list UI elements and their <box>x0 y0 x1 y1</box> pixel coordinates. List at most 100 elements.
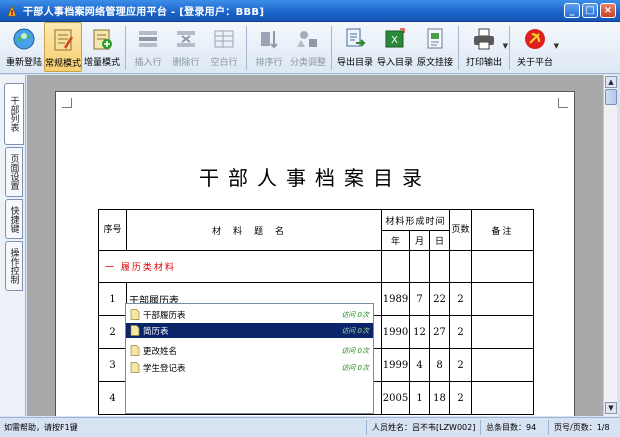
cell-seq: 1 <box>98 282 127 316</box>
header-seq: 序号 <box>98 209 127 251</box>
side-tab-strip: 干部列表 页面设置 快捷键 操作控制 <box>0 75 26 416</box>
tab-operation-control[interactable]: 操作控制 <box>5 241 23 291</box>
category-adjust-label: 分类调整 <box>289 58 326 68</box>
cell-day[interactable]: 8 <box>429 348 450 382</box>
app-logo-icon <box>7 4 17 16</box>
normal-mode-label: 常规模式 <box>45 59 82 69</box>
blank-row-button[interactable]: 空白行 <box>205 22 243 72</box>
about-emblem-icon <box>525 29 545 49</box>
cell-remark[interactable] <box>471 381 534 415</box>
chevron-down-icon[interactable]: ▼ <box>554 42 559 50</box>
cell-month[interactable]: 7 <box>409 282 430 316</box>
window-title: 干部人事档案网络管理应用平台 - [登录用户：BBB] <box>23 7 265 18</box>
cell-pages[interactable]: 2 <box>449 315 472 349</box>
normal-mode-button[interactable]: 常规模式 <box>44 22 82 72</box>
dropdown-item[interactable]: 干部履历表 访问 0次 <box>126 307 373 322</box>
cell-pages[interactable]: 2 <box>449 381 472 415</box>
attach-original-label: 原文挂接 <box>416 58 453 68</box>
tab-page-settings[interactable]: 页面设置 <box>5 147 23 197</box>
cell-pages[interactable]: 2 <box>449 282 472 316</box>
cell-year[interactable]: 1999 <box>381 348 410 382</box>
blank-row-label: 空白行 <box>210 58 238 68</box>
vertical-scrollbar[interactable]: ▲ ▼ <box>603 75 617 416</box>
status-help: 如需帮助，请按F1键 <box>4 423 78 432</box>
cell-remark[interactable] <box>471 282 534 316</box>
attach-original-icon <box>427 28 443 49</box>
chevron-down-icon[interactable]: ▼ <box>503 42 508 50</box>
incremental-mode-label: 增量模式 <box>83 58 120 68</box>
sort-rows-button[interactable]: 排序行 <box>250 22 288 72</box>
window-controls: _ □ × <box>564 3 616 18</box>
dropdown-item-hint: 访问 0次 <box>341 363 369 372</box>
cell-year[interactable]: 2005 <box>381 381 410 415</box>
toolbar-separator <box>246 26 247 70</box>
crop-mark <box>62 98 72 108</box>
toolbar-separator <box>458 26 459 70</box>
scroll-down-button[interactable]: ▼ <box>605 402 617 414</box>
status-total-items: 总条目数：94 <box>486 423 537 432</box>
scroll-up-button[interactable]: ▲ <box>605 76 617 88</box>
cell-pages[interactable]: 2 <box>449 348 472 382</box>
cell-day[interactable]: 18 <box>429 381 450 415</box>
minimize-button[interactable]: _ <box>564 3 580 18</box>
dropdown-item-selected[interactable]: 简历表 访问 0次 <box>126 323 373 338</box>
delete-row-button[interactable]: 删除行 <box>167 22 205 72</box>
header-year: 年 <box>381 230 410 251</box>
import-catalog-button[interactable]: X 导入目录 <box>375 22 415 72</box>
document-icon <box>130 325 140 336</box>
toolbar-separator <box>125 26 126 70</box>
import-catalog-icon: X <box>385 28 405 48</box>
relogin-button[interactable]: 重新登陆 <box>4 22 44 72</box>
cell-year[interactable]: 1989 <box>381 282 410 316</box>
about-platform-button[interactable]: 关于平台 ▼ <box>513 22 559 72</box>
header-day: 日 <box>429 230 450 251</box>
document-icon <box>130 362 140 373</box>
dropdown-item-label: 干部履历表 <box>143 310 186 321</box>
header-formation-date: 材料形成时间 <box>381 209 450 231</box>
document-title: 干部人事档案目录 <box>199 166 431 190</box>
notepad-icon <box>54 29 73 51</box>
header-remark: 备注 <box>471 209 534 251</box>
dropdown-item[interactable]: 更改姓名 访问 0次 <box>126 343 373 358</box>
insert-row-icon <box>139 31 157 47</box>
dropdown-item[interactable]: 学生登记表 访问 0次 <box>126 360 373 375</box>
scroll-thumb[interactable] <box>605 89 617 105</box>
printer-icon <box>474 28 494 50</box>
maximize-button[interactable]: □ <box>582 3 598 18</box>
insert-row-button[interactable]: 插入行 <box>129 22 167 72</box>
attach-original-button[interactable]: 原文挂接 <box>415 22 455 72</box>
autocomplete-dropdown: 干部履历表 访问 0次 简历表 访问 0次 更改姓名 访问 0次 学生登记表 访… <box>125 303 374 414</box>
export-catalog-button[interactable]: 导出目录 <box>335 22 375 72</box>
svg-text:X: X <box>391 35 398 46</box>
export-catalog-label: 导出目录 <box>336 58 373 68</box>
document-icon <box>130 309 140 320</box>
close-button[interactable]: × <box>600 3 616 18</box>
delete-row-icon <box>177 31 195 47</box>
cell-month[interactable]: 4 <box>409 348 430 382</box>
refresh-login-icon <box>13 28 35 50</box>
blank-row-icon <box>214 30 234 48</box>
cell-day[interactable]: 27 <box>429 315 450 349</box>
tab-shortcut-keys[interactable]: 快捷键 <box>5 199 23 239</box>
cell-remark[interactable] <box>471 315 534 349</box>
document-viewport[interactable]: 干部人事档案目录 序号 材料题名 材料形成时间 页数 备注 年 月 日 一 履历… <box>27 75 603 416</box>
category-adjust-button[interactable]: 分类调整 <box>288 22 328 72</box>
dropdown-item-hint: 访问 0次 <box>341 326 369 335</box>
cell-seq: 3 <box>98 348 127 382</box>
cell-year[interactable]: 1990 <box>381 315 410 349</box>
category-label: 一 履历类材料 <box>98 250 382 283</box>
incremental-mode-button[interactable]: 增量模式 <box>82 22 122 72</box>
cell-month[interactable]: 1 <box>409 381 430 415</box>
toolbar-separator <box>509 26 510 70</box>
delete-row-label: 删除行 <box>172 58 200 68</box>
cell-remark[interactable] <box>471 348 534 382</box>
cell-seq: 2 <box>98 315 127 349</box>
tab-cadre-list[interactable]: 干部列表 <box>4 83 24 145</box>
print-output-button[interactable]: 打印输出 ▼ <box>462 22 508 72</box>
dropdown-item-label: 学生登记表 <box>143 363 186 374</box>
cell-day[interactable]: 22 <box>429 282 450 316</box>
dropdown-item-hint: 访问 0次 <box>341 346 369 355</box>
status-separator <box>366 420 367 435</box>
cell-month[interactable]: 12 <box>409 315 430 349</box>
sort-rows-icon <box>261 31 278 49</box>
